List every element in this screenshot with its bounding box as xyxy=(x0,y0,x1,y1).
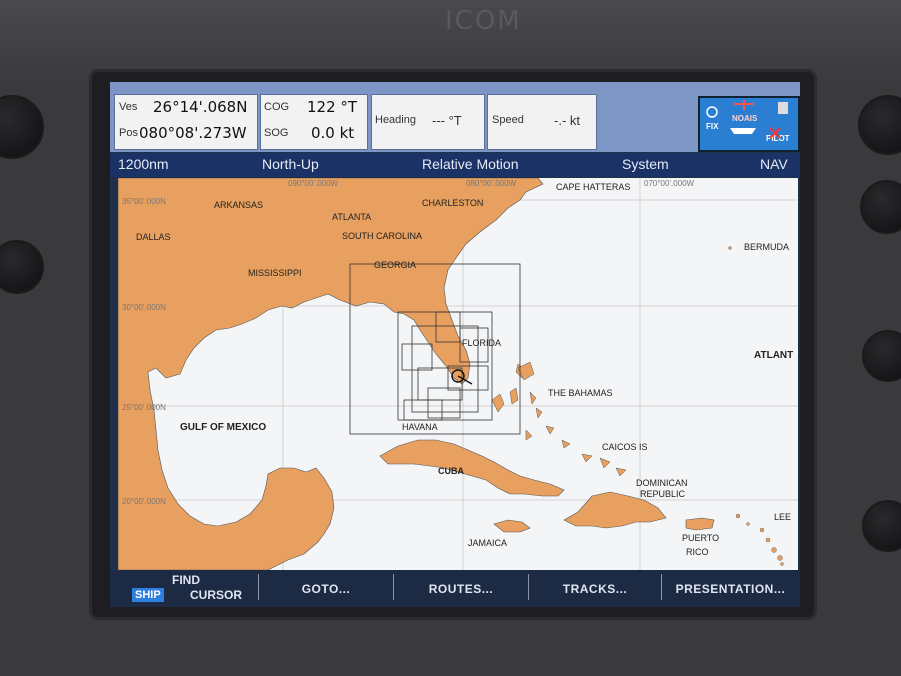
pos-label: Pos xyxy=(119,127,138,139)
right-knob-2[interactable] xyxy=(860,180,901,234)
cog-label: COG xyxy=(264,101,290,113)
heading-value: --- °T xyxy=(432,113,462,128)
softkey-bar: SHIP FIND CURSOR GOTO... ROUTES... TRACK… xyxy=(110,570,800,607)
label-florida: FLORIDA xyxy=(462,338,501,348)
lon-080-label: 080°00'.000W xyxy=(466,179,517,188)
routes-key[interactable]: ROUTES... xyxy=(395,570,527,607)
motion-mode[interactable]: Relative Motion xyxy=(422,156,519,172)
label-caicos: CAICOS IS xyxy=(602,442,648,452)
chart-plotter-screen: Ves 26°14'.068N Pos 080°08'.273W COG 122… xyxy=(110,82,800,607)
ais-cross-icon xyxy=(734,100,754,110)
sog-value: 0.0 kt xyxy=(311,124,355,142)
label-republic: REPUBLIC xyxy=(640,489,686,499)
label-south-carolina: SOUTH CAROLINA xyxy=(342,231,422,241)
left-knob-2[interactable] xyxy=(0,240,44,294)
range-scale[interactable]: 1200nm xyxy=(118,156,169,172)
brand-logo: ICOM xyxy=(445,6,522,36)
label-cuba: CUBA xyxy=(438,466,464,476)
system-menu[interactable]: System xyxy=(622,156,669,172)
goto-key[interactable]: GOTO... xyxy=(260,570,392,607)
nav-data-panel: Ves 26°14'.068N Pos 080°08'.273W COG 122… xyxy=(110,82,800,152)
label-dominican: DOMINICAN xyxy=(636,478,688,488)
label-mississippi: MISSISSIPPI xyxy=(248,268,302,278)
presentation-key[interactable]: PRESENTATION... xyxy=(663,570,798,607)
label-cape-hatteras: CAPE HATTERAS xyxy=(556,182,630,192)
lat-20-label: 20°00'.000N xyxy=(122,497,166,506)
longitude-value: 080°08'.273W xyxy=(139,124,247,142)
label-charleston: CHARLESTON xyxy=(422,198,483,208)
label-atlantic: ATLANT xyxy=(754,350,793,361)
label-bermuda: BERMUDA xyxy=(744,242,789,252)
speed-value: -.- kt xyxy=(554,113,580,128)
us-mainland xyxy=(118,178,544,570)
document-icon xyxy=(778,102,788,114)
status-bar: 1200nm North-Up Relative Motion System N… xyxy=(110,153,800,177)
softkey-divider xyxy=(661,574,662,600)
cog-sog-box: COG 122 °T SOG 0.0 kt xyxy=(260,94,368,150)
lat-35-label: 35°00'.000N xyxy=(122,197,166,206)
lon-090-label: 090°00'.000W xyxy=(288,179,339,188)
vessel-label: Ves xyxy=(119,101,138,113)
puerto-rico-island xyxy=(685,517,715,531)
satellite-icon xyxy=(706,106,718,118)
label-rico: RICO xyxy=(686,547,709,557)
bahamas-islands xyxy=(491,361,627,477)
find-key[interactable]: FIND xyxy=(172,573,200,587)
speed-box: Speed -.- kt xyxy=(487,94,597,150)
heading-label: Heading xyxy=(375,114,416,126)
cuba-island xyxy=(379,439,565,497)
label-dallas: DALLAS xyxy=(136,232,171,242)
device-bezel: ICOM xyxy=(0,0,901,80)
lat-30-label: 30°00'.000N xyxy=(122,303,166,312)
heading-box: Heading --- °T xyxy=(371,94,485,150)
softkey-divider xyxy=(258,574,259,600)
position-box: Ves 26°14'.068N Pos 080°08'.273W xyxy=(114,94,258,150)
boat-icon xyxy=(730,128,756,134)
right-knob[interactable] xyxy=(858,95,901,155)
nav-mode[interactable]: NAV xyxy=(760,156,788,172)
orientation-mode[interactable]: North-Up xyxy=(262,156,319,172)
label-bahamas: THE BAHAMAS xyxy=(548,388,613,398)
label-puerto: PUERTO xyxy=(682,533,719,543)
label-havana: HAVANA xyxy=(402,422,438,432)
pilot-cross-icon xyxy=(769,127,781,139)
chart-svg: 090°00'.000W 080°00'.000W 070°00'.000W 3… xyxy=(118,178,798,570)
label-gulf-of-mexico: GULF OF MEXICO xyxy=(180,422,266,433)
ship-key[interactable]: SHIP xyxy=(132,588,164,602)
tracks-key[interactable]: TRACKS... xyxy=(530,570,660,607)
status-glyphs xyxy=(706,100,788,139)
softkey-divider xyxy=(528,574,529,600)
speed-label: Speed xyxy=(492,114,524,126)
right-knob-4[interactable] xyxy=(862,500,901,552)
lon-070-label: 070°00'.000W xyxy=(644,179,695,188)
label-arkansas: ARKANSAS xyxy=(214,200,263,210)
cog-value: 122 °T xyxy=(307,98,358,116)
nautical-chart[interactable]: 090°00'.000W 080°00'.000W 070°00'.000W 3… xyxy=(118,178,798,570)
label-georgia: GEORGIA xyxy=(374,260,416,270)
status-icons[interactable]: FIX NOAIS PILOT xyxy=(698,96,800,152)
latitude-value: 26°14'.068N xyxy=(153,98,248,116)
right-knob-3[interactable] xyxy=(862,330,901,382)
label-atlanta: ATLANTA xyxy=(332,212,371,222)
left-knob[interactable] xyxy=(0,95,44,159)
label-jamaica: JAMAICA xyxy=(468,538,507,548)
jamaica-island xyxy=(493,519,531,533)
label-lee: LEE xyxy=(774,512,791,522)
sog-label: SOG xyxy=(264,127,289,139)
cursor-key[interactable]: CURSOR xyxy=(190,588,242,602)
softkey-divider xyxy=(393,574,394,600)
lat-25-label: 25°00'.000N xyxy=(122,403,166,412)
